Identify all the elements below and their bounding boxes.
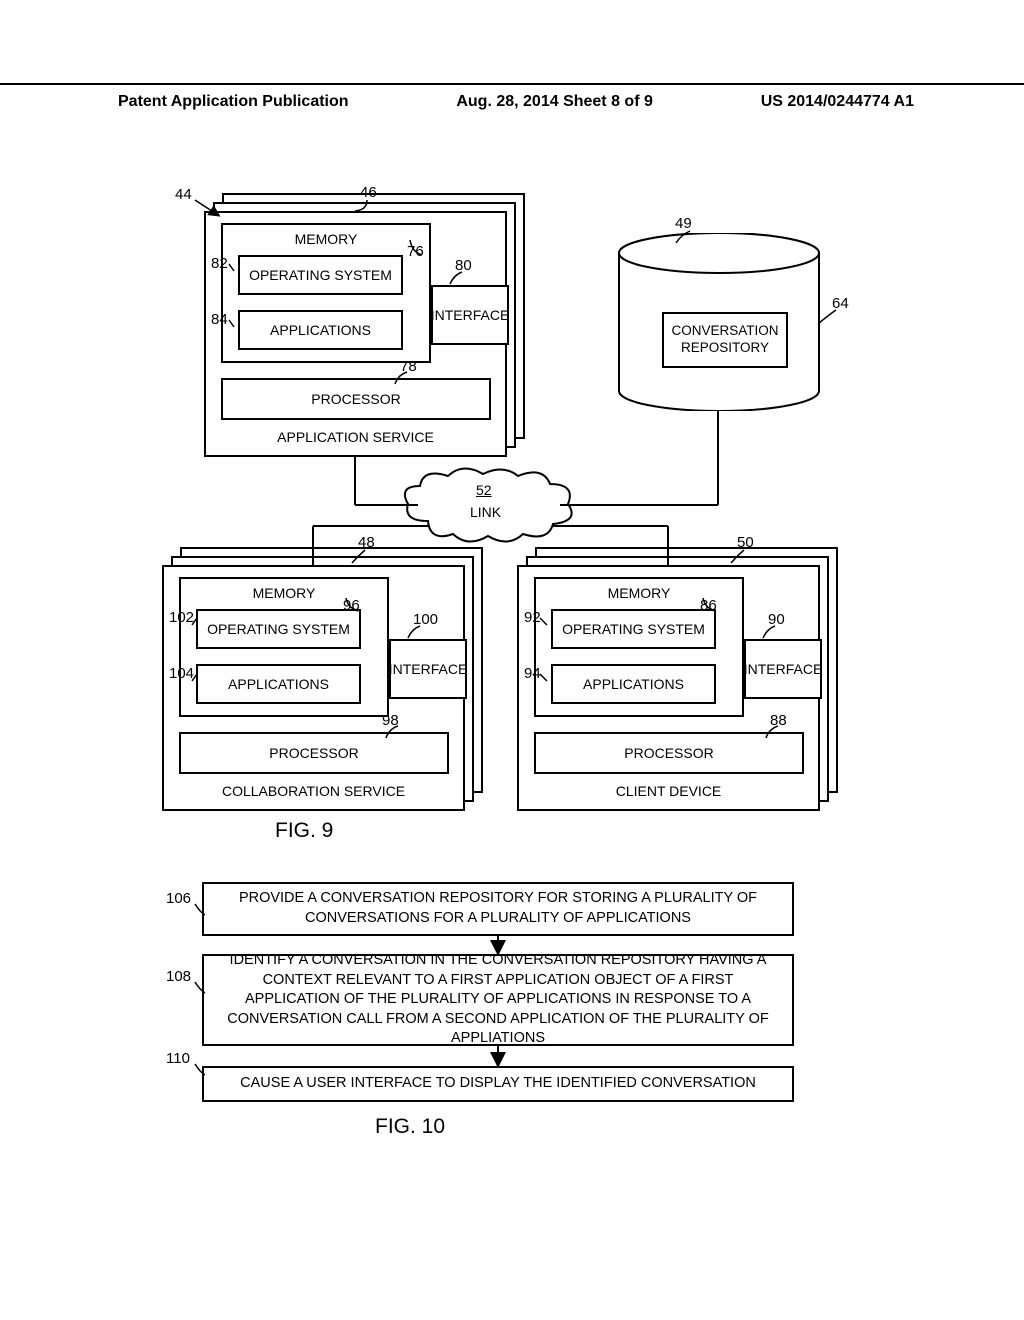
ref-84: 84 — [211, 311, 228, 328]
ref-102: 102 — [169, 609, 194, 626]
client-processor-box: PROCESSOR — [534, 732, 804, 774]
repo-label: CONVERSATION REPOSITORY — [664, 323, 786, 357]
step-108-box: IDENTIFY A CONVERSATION IN THE CONVERSAT… — [202, 954, 794, 1046]
ref-49: 49 — [675, 215, 692, 232]
app-memory-label: MEMORY — [223, 231, 429, 247]
app-apps-box: APPLICATIONS — [238, 310, 403, 350]
ref-50: 50 — [737, 534, 754, 551]
ref-86: 86 — [700, 597, 717, 614]
client-box: MEMORY OPERATING SYSTEM APPLICATIONS INT… — [517, 565, 820, 811]
fig10-title: FIG. 10 — [375, 1115, 445, 1139]
collab-apps-label: APPLICATIONS — [228, 676, 329, 692]
collab-interface-label: INTERFACE — [389, 661, 468, 677]
fig9-title: FIG. 9 — [275, 819, 333, 843]
ref-110: 110 — [166, 1050, 190, 1067]
app-memory-box: MEMORY OPERATING SYSTEM APPLICATIONS — [221, 223, 431, 363]
collab-title: COLLABORATION SERVICE — [164, 783, 463, 799]
step-110-text: CAUSE A USER INTERFACE TO DISPLAY THE ID… — [240, 1074, 756, 1094]
app-apps-label: APPLICATIONS — [270, 322, 371, 338]
collab-apps-box: APPLICATIONS — [196, 664, 361, 704]
ref-82: 82 — [211, 255, 228, 272]
link-ref: 52 — [476, 482, 492, 498]
collab-os-label: OPERATING SYSTEM — [207, 621, 350, 637]
app-interface-box: INTERFACE — [431, 285, 509, 345]
ref-76: 76 — [407, 243, 424, 260]
app-os-label: OPERATING SYSTEM — [249, 267, 392, 283]
ref-106: 106 — [166, 890, 191, 907]
app-service-box: MEMORY OPERATING SYSTEM APPLICATIONS INT… — [204, 211, 507, 457]
ref-92: 92 — [524, 609, 541, 626]
step-106-text: PROVIDE A CONVERSATION REPOSITORY FOR ST… — [214, 889, 782, 928]
step-110-box: CAUSE A USER INTERFACE TO DISPLAY THE ID… — [202, 1066, 794, 1102]
ref-80: 80 — [455, 257, 472, 274]
ref-78: 78 — [400, 358, 417, 375]
collab-processor-box: PROCESSOR — [179, 732, 449, 774]
client-os-box: OPERATING SYSTEM — [551, 609, 716, 649]
ref-96: 96 — [343, 597, 360, 614]
ref-88: 88 — [770, 712, 787, 729]
ref-98: 98 — [382, 712, 399, 729]
collab-os-box: OPERATING SYSTEM — [196, 609, 361, 649]
ref-108: 108 — [166, 968, 191, 985]
collab-interface-box: INTERFACE — [389, 639, 467, 699]
client-title: CLIENT DEVICE — [519, 783, 818, 799]
app-service-title: APPLICATION SERVICE — [206, 429, 505, 445]
step-106-box: PROVIDE A CONVERSATION REPOSITORY FOR ST… — [202, 882, 794, 936]
ref-44: 44 — [175, 186, 192, 203]
client-apps-label: APPLICATIONS — [583, 676, 684, 692]
app-interface-label: INTERFACE — [431, 307, 510, 323]
client-interface-label: INTERFACE — [744, 661, 823, 677]
app-processor-box: PROCESSOR — [221, 378, 491, 420]
collab-processor-label: PROCESSOR — [269, 745, 358, 761]
figure-9: MEMORY OPERATING SYSTEM APPLICATIONS INT… — [0, 0, 1024, 1320]
ref-64: 64 — [832, 295, 849, 312]
client-interface-box: INTERFACE — [744, 639, 822, 699]
link-label: LINK — [470, 504, 501, 520]
client-apps-box: APPLICATIONS — [551, 664, 716, 704]
app-processor-label: PROCESSOR — [311, 391, 400, 407]
ref-94: 94 — [524, 665, 541, 682]
ref-46: 46 — [360, 184, 377, 201]
ref-104: 104 — [169, 665, 194, 682]
client-os-label: OPERATING SYSTEM — [562, 621, 705, 637]
step-108-text: IDENTIFY A CONVERSATION IN THE CONVERSAT… — [214, 951, 782, 1049]
collab-box: MEMORY OPERATING SYSTEM APPLICATIONS INT… — [162, 565, 465, 811]
ref-48: 48 — [358, 534, 375, 551]
repo-inner-box: CONVERSATION REPOSITORY — [662, 312, 788, 368]
link-cloud: 52 LINK — [398, 466, 578, 546]
repo-cylinder: CONVERSATION REPOSITORY — [616, 233, 822, 411]
app-os-box: OPERATING SYSTEM — [238, 255, 403, 295]
ref-100: 100 — [413, 611, 438, 628]
ref-90: 90 — [768, 611, 785, 628]
client-processor-label: PROCESSOR — [624, 745, 713, 761]
